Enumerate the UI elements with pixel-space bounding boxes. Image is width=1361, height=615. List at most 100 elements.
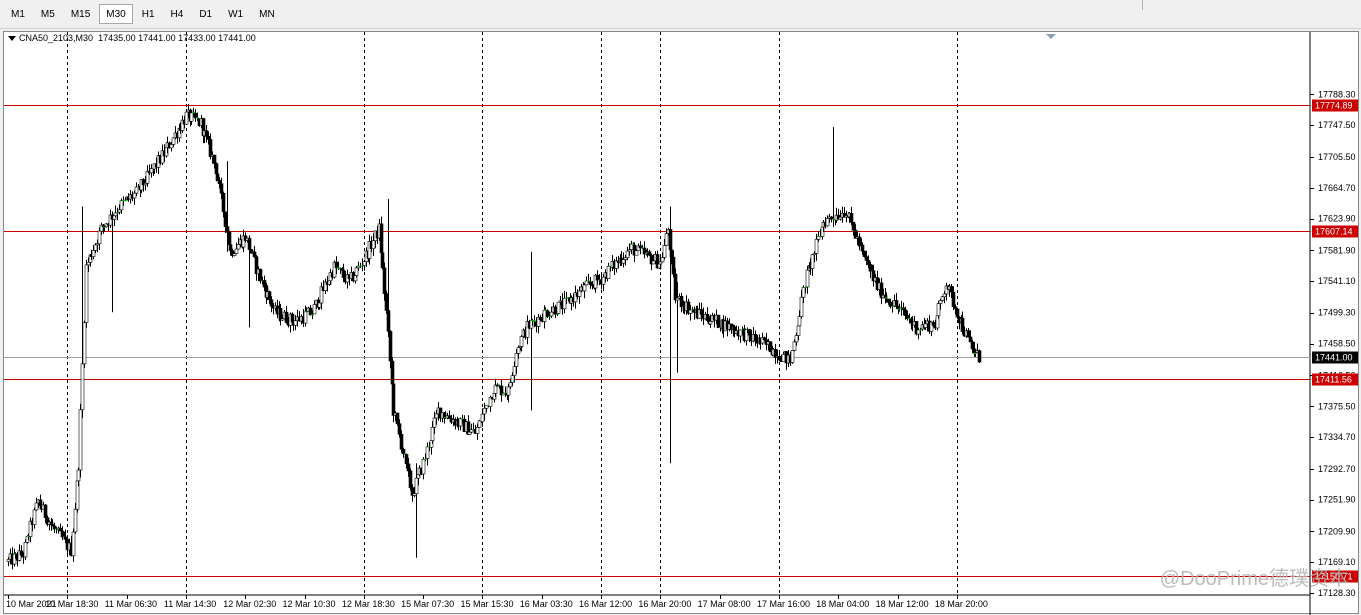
candle-body xyxy=(894,300,899,307)
candle xyxy=(149,164,154,178)
candle-body xyxy=(664,233,669,246)
candle xyxy=(145,165,150,187)
candle-body xyxy=(977,350,982,363)
candle-body xyxy=(58,527,63,532)
candle xyxy=(679,292,684,313)
timeframe-button-m1[interactable]: M1 xyxy=(4,4,32,24)
x-tick-label: 12 Mar 18:30 xyxy=(342,599,395,609)
timeframe-button-m30[interactable]: M30 xyxy=(99,4,133,24)
candle xyxy=(499,379,504,402)
candle-body xyxy=(796,325,801,336)
candle xyxy=(32,507,37,529)
candle-body xyxy=(942,293,947,298)
timeframe-button-mn[interactable]: MN xyxy=(252,4,282,24)
candle-body xyxy=(705,314,710,321)
candle-body xyxy=(940,296,945,301)
candle-body xyxy=(119,200,124,211)
collapse-triangle-icon[interactable] xyxy=(8,35,16,41)
candle-body xyxy=(284,311,289,323)
chart-area[interactable]: 10 Mar 2021 10 Mar 18:30 11 Mar 06:30 11 Ma… xyxy=(3,31,1360,615)
candle-body xyxy=(668,229,673,251)
candle-body xyxy=(801,287,806,298)
candle xyxy=(458,417,463,431)
candle-body xyxy=(860,244,865,252)
candle xyxy=(879,277,884,305)
y-tick-label: 17458.50 xyxy=(1318,339,1356,349)
candle-body xyxy=(204,130,209,137)
candle-body xyxy=(132,192,137,199)
candle xyxy=(642,241,647,259)
x-tick-label: 18 Mar 20:00 xyxy=(935,599,988,609)
candle-body xyxy=(71,531,76,557)
candle-body xyxy=(401,448,406,455)
candle-body xyxy=(556,301,561,314)
candle-body xyxy=(516,347,521,354)
candlestick-chart[interactable]: 10 Mar 202110 Mar 18:30 11 Mar 06:30 11 Ma… xyxy=(4,32,1360,615)
candle-body xyxy=(206,136,211,140)
candle-body xyxy=(134,186,139,194)
current-price-label: 17441.00 xyxy=(1315,353,1353,363)
candle xyxy=(113,205,118,218)
candle xyxy=(58,523,63,532)
timeframe-button-m15[interactable]: M15 xyxy=(64,4,97,24)
candle-body xyxy=(43,504,48,518)
candle-body xyxy=(312,304,317,315)
timeframe-button-d1[interactable]: D1 xyxy=(192,4,219,24)
candle-body xyxy=(80,363,85,411)
candle-body xyxy=(797,316,802,327)
candle-body xyxy=(595,274,600,281)
candle-body xyxy=(688,309,693,314)
candle-body xyxy=(430,426,435,441)
candle xyxy=(773,343,778,364)
timeframe-button-m5[interactable]: M5 xyxy=(34,4,62,24)
candle xyxy=(252,245,257,259)
candle-body xyxy=(864,256,869,261)
timeframe-button-h1[interactable]: H1 xyxy=(135,4,162,24)
candle-body xyxy=(542,309,547,322)
candle xyxy=(944,282,949,301)
candle xyxy=(810,254,815,276)
candle-body xyxy=(588,281,593,285)
candle-body xyxy=(91,250,96,257)
candle xyxy=(692,306,697,320)
candle-body xyxy=(169,144,174,149)
candle-body xyxy=(391,383,396,416)
level-price-label: 17411.56 xyxy=(1315,375,1352,385)
x-tick-label: 11 Mar 06:30 xyxy=(105,599,157,609)
y-tick-label: 17788.30 xyxy=(1318,89,1356,99)
x-tick-label: 16 Mar 20:00 xyxy=(638,599,691,609)
x-tick-label: 10 Mar 18:30 xyxy=(45,599,98,609)
candle xyxy=(345,269,350,289)
x-tick-label: 11 Mar 14:30 xyxy=(164,599,216,609)
candle xyxy=(556,301,561,314)
candle-body xyxy=(577,290,582,297)
candle-body xyxy=(968,336,973,343)
y-tick-label: 17499.30 xyxy=(1318,308,1356,318)
timeframe-button-h4[interactable]: H4 xyxy=(164,4,191,24)
candle-body xyxy=(629,243,634,250)
candle-body xyxy=(189,112,194,122)
x-tick-label: 15 Mar 07:30 xyxy=(401,599,454,609)
candle-body xyxy=(84,264,89,324)
candle-body xyxy=(380,252,385,269)
timeframe-button-w1[interactable]: W1 xyxy=(221,4,250,24)
candle-body xyxy=(601,276,606,285)
candle-body xyxy=(699,309,704,315)
candle-body xyxy=(512,366,517,376)
candle-body xyxy=(63,536,68,540)
candle-body xyxy=(269,299,274,307)
candle xyxy=(716,314,721,329)
candle-body xyxy=(781,353,786,362)
candle-body xyxy=(553,306,558,315)
candle-body xyxy=(955,308,960,318)
candle xyxy=(391,378,396,423)
candle-body xyxy=(414,477,419,495)
candle-body xyxy=(334,261,339,269)
x-tick-label: 16 Mar 12:00 xyxy=(579,599,632,609)
candle xyxy=(960,311,965,335)
candle xyxy=(525,315,530,345)
candle-body xyxy=(508,382,513,388)
y-tick-label: 17581.90 xyxy=(1318,245,1356,255)
candle-body xyxy=(716,314,721,328)
candle-body xyxy=(510,375,515,383)
